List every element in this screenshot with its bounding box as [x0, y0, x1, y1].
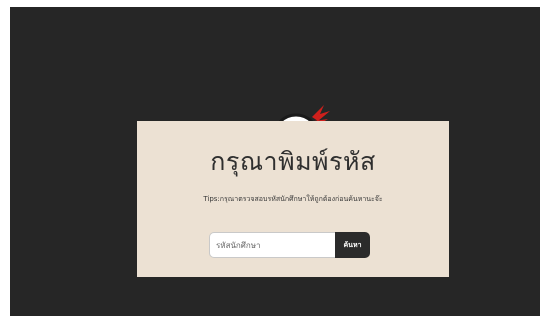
- student-id-dialog: กรุณาพิมพ์รหัส Tips:กรุณาตรวจสอบรหัสนักศ…: [137, 121, 449, 277]
- student-id-input[interactable]: [209, 232, 335, 258]
- page-background: กรุณาพิมพ์รหัส Tips:กรุณาตรวจสอบรหัสนักศ…: [10, 7, 540, 316]
- tips-text: Tips:กรุณาตรวจสอบรหัสนักศึกษาให้ถูกต้องก…: [203, 195, 383, 203]
- search-form: ค้นหา: [209, 232, 370, 258]
- dialog-title: กรุณาพิมพ์รหัส: [210, 147, 376, 176]
- search-button[interactable]: ค้นหา: [335, 232, 370, 258]
